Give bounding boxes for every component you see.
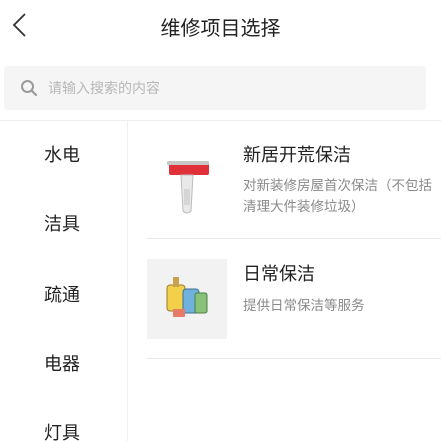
- sidebar-item-dengju[interactable]: 灯具: [0, 419, 128, 441]
- list-item[interactable]: 日常保洁 提供日常保洁等服务: [147, 241, 441, 359]
- service-desc: 对新装修房屋首次保洁（不包括清理大件装修垃圾）: [243, 178, 432, 215]
- service-name: 新居开荒保洁: [243, 145, 351, 166]
- service-name: 日常保洁: [243, 264, 315, 285]
- sidebar-item-dianqi[interactable]: 电器: [0, 350, 128, 380]
- category-sidebar: 水电 洁具 疏通 电器 灯具: [0, 121, 128, 441]
- sidebar-item-shuidian[interactable]: 水电: [0, 141, 128, 171]
- search-input[interactable]: 请输入搜索的内容: [4, 66, 426, 110]
- service-desc: 提供日常保洁等服务: [243, 298, 365, 314]
- list-item[interactable]: 新居开荒保洁 对新装修房屋首次保洁（不包括清理大件装修垃圾）: [147, 121, 441, 239]
- search-icon: [18, 77, 40, 99]
- scraper-image: [147, 141, 227, 221]
- sidebar-item-jieju[interactable]: 洁具: [0, 210, 128, 240]
- search-placeholder: 请输入搜索的内容: [48, 81, 160, 97]
- cleaning-supplies-image: [147, 259, 227, 339]
- sidebar-item-shutong[interactable]: 疏通: [0, 281, 128, 311]
- search-bar: 请输入搜索的内容: [0, 58, 441, 118]
- service-list: 新居开荒保洁 对新装修房屋首次保洁（不包括清理大件装修垃圾） 日常保洁 提供日常…: [129, 121, 441, 441]
- page-title: 维修项目选择: [160, 16, 281, 40]
- header: 维修项目选择: [0, 0, 441, 54]
